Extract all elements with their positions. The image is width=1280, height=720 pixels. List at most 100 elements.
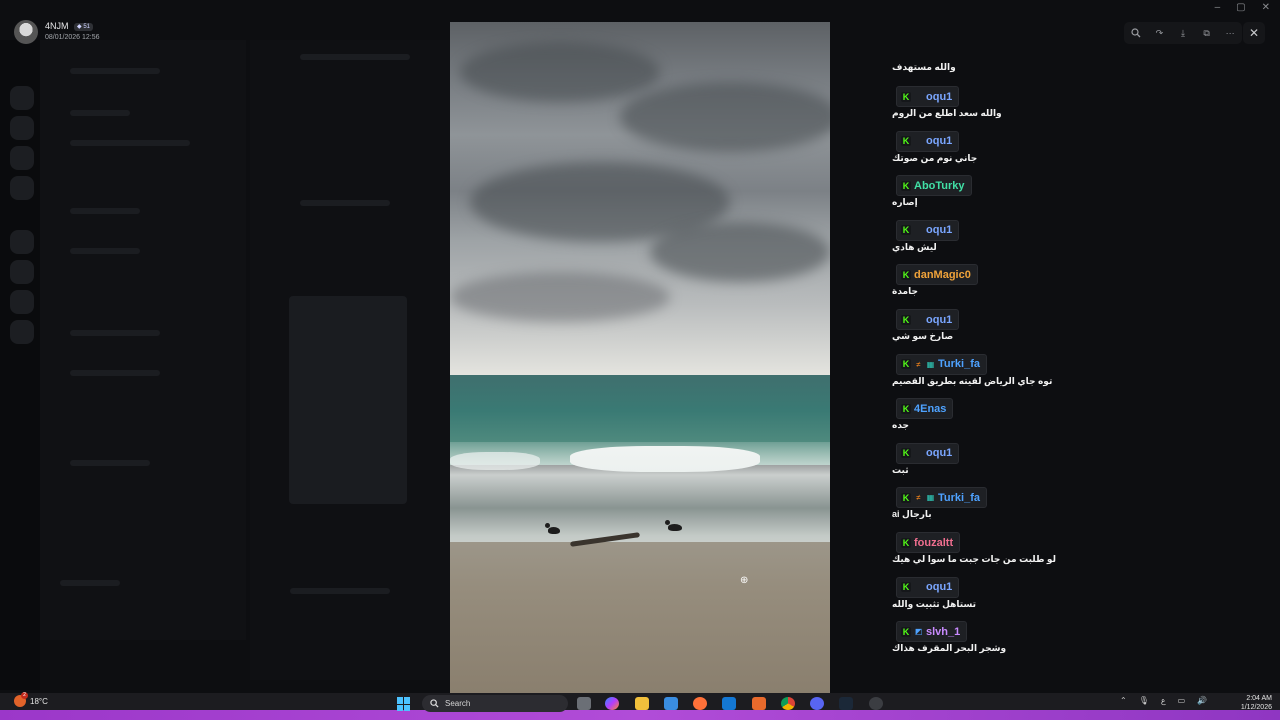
chat-username-pill[interactable]: K ≠ ▦ Turki_fa [896,487,987,509]
chat-message-text: والله مستهدف [892,62,956,72]
clock-time: 2:04 AM [1246,695,1272,702]
kick-badge-icon: K [901,359,911,370]
file-explorer-icon[interactable] [635,697,649,710]
chat-username: fouzaltt [914,536,954,549]
media-image[interactable] [450,22,830,694]
chat-message-text: ثبت [892,464,909,475]
chat-message-text: صارخ سو شي [892,331,954,341]
channel-list-dimmed [40,40,246,640]
window-close-icon[interactable]: ✕ [1262,2,1270,13]
kick-badge-icon: K [901,314,911,325]
chat-username-pill[interactable]: Kfouzaltt [896,532,961,553]
chat-message-text: ai بارجال [892,509,932,520]
dimmed-card [289,296,407,504]
star-badge-icon: ◩ [914,627,923,637]
mic-icon[interactable]: 🎙 [1139,696,1149,705]
download-icon[interactable]: ⤓ [1175,25,1191,41]
empty-badge-icon [914,315,923,324]
chat-username: danMagic0 [914,268,971,281]
notification-badge: 2 [21,692,28,699]
clock-date: 1/12/2026 [1240,704,1272,711]
chat-username-pill[interactable]: K ◩ slvh_1 [896,621,968,643]
chat-message-text: والله سعد اطلع من الروم [892,108,1002,118]
kick-badge-icon: K [901,225,911,236]
chat-message-text: وشجر البحر المقرف هذاك [892,643,1007,654]
zoom-in-icon[interactable] [1128,25,1144,41]
flame-badge-icon: ≠ [916,359,921,369]
discord-icon[interactable] [810,697,824,710]
weather-icon: 2 [14,692,28,707]
chat-message-text: توه جاي الرياض لقيته بطريق القصيم [892,375,1053,386]
kick-badge-icon: K [901,180,911,191]
search-icon [430,699,439,708]
language-icon[interactable]: ع [1161,696,1166,705]
chat-username-pill[interactable]: Koqu1 [896,130,960,152]
chat-username: oqu1 [926,90,953,103]
image-sand [450,542,830,694]
taskview-icon[interactable] [577,697,591,710]
kick-badge-icon: K [901,91,911,102]
outlook-icon[interactable] [722,697,736,710]
volume-icon[interactable]: 🔊 [1197,696,1207,705]
firefox-icon[interactable] [693,697,707,710]
system-tray: ⌃ 🎙 ع ▭ 🔊 [1120,696,1207,705]
chat-message-text: إصاره [892,197,918,208]
username: 4NJM ◆ 51 [45,21,93,31]
kick-badge-icon: K [901,448,911,459]
share-icon[interactable]: ↷ [1151,25,1167,41]
app-icon-2[interactable] [869,697,883,710]
chat-username-pill[interactable]: K AboTurky [896,175,972,197]
network-icon[interactable]: ▭ [1178,696,1186,705]
chat-message-text: جاني نوم من صوتك [892,152,978,163]
chat-message-text: ليش هادي [892,241,937,252]
store-icon[interactable] [664,697,678,710]
search-placeholder: Search [445,699,471,708]
chat-username: Turki_fa [938,491,980,504]
kick-badge-icon: K [901,582,911,593]
more-icon[interactable]: ··· [1222,25,1238,41]
chat-username: oqu1 [926,224,953,237]
kick-badge-icon: K [901,136,911,147]
empty-badge-icon [914,92,923,101]
chat-username-pill[interactable]: K ≠ ▦ Turki_fa [896,353,987,375]
start-icon[interactable] [397,697,411,711]
kick-badge-icon: K [901,537,911,548]
minimize-icon[interactable]: – [1215,2,1221,13]
empty-badge-icon [914,137,923,146]
chat-username-pill[interactable]: KdanMagic0 [896,264,978,286]
chat-username: Turki_fa [938,358,980,371]
chevron-up-icon[interactable]: ⌃ [1120,696,1127,705]
chat-username: 4Enas [914,402,947,415]
open-external-icon[interactable]: ⧉ [1199,25,1215,41]
close-icon: ✕ [1248,26,1260,40]
steam-icon[interactable] [839,697,853,710]
empty-badge-icon [914,226,923,235]
weather-widget[interactable]: 2 18°C [14,692,48,707]
app-icon[interactable] [752,697,766,710]
upload-timestamp: 08/01/2026 12:56 [45,34,100,41]
server-list-dimmed [0,40,40,690]
chat-username: AboTurky [914,179,965,192]
chat-username: slvh_1 [926,625,961,638]
clock[interactable]: 2:04 AM 1/12/2026 [1226,694,1272,712]
chat-username: oqu1 [926,447,953,460]
chat-username-pill[interactable]: Koqu1 [896,309,960,330]
taskbar-glow [0,710,1280,720]
user-badge: ◆ 51 [74,22,93,31]
copilot-icon[interactable] [605,697,619,710]
zoom-cursor-icon: ⊕ [740,575,749,586]
maximize-icon[interactable]: ▢ [1236,2,1245,13]
chat-username-pill[interactable]: K 4Enas [896,398,954,420]
avatar[interactable] [14,20,38,44]
kick-badge-icon: K [901,403,911,414]
chat-username-pill[interactable]: Koqu1 [896,442,960,464]
gift-badge-icon: ▦ [926,493,935,503]
chat-username: oqu1 [926,581,953,594]
close-viewer-button[interactable]: ✕ [1243,22,1265,44]
chat-username-pill[interactable]: Koqu1 [896,86,960,107]
chat-username-pill[interactable]: Koqu1 [896,219,960,241]
taskbar-search[interactable]: Search [422,695,568,712]
chat-username-pill[interactable]: Koqu1 [896,576,960,598]
chrome-icon[interactable] [781,697,795,710]
chat-message-text: تستاهل تثبيت والله [892,598,976,609]
